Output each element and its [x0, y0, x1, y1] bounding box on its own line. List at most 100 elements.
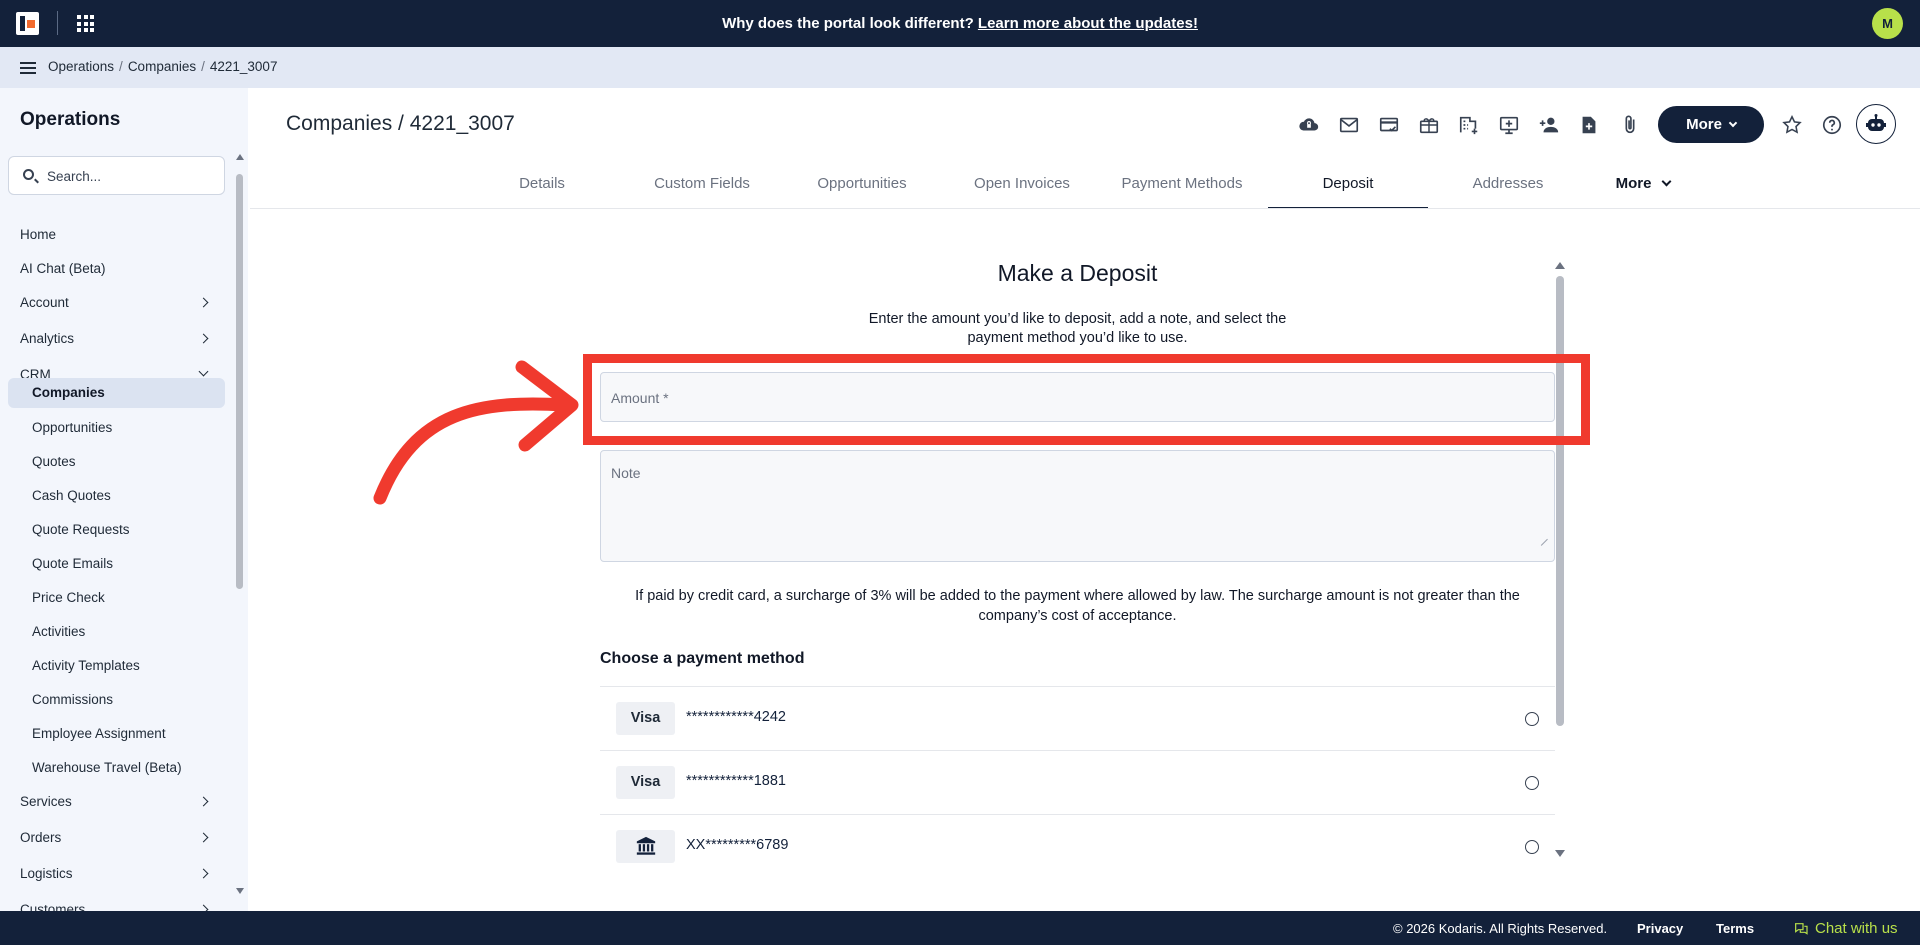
chevron-right-icon [198, 297, 209, 308]
deposit-description: Enter the amount you’d like to deposit, … [868, 311, 1287, 346]
card-brand-badge: Visa [616, 702, 675, 735]
payment-method-radio[interactable] [1525, 776, 1539, 790]
more-actions-label: More [1686, 116, 1722, 133]
card-check-icon[interactable] [1376, 113, 1402, 137]
add-document-icon[interactable] [1576, 113, 1602, 137]
payment-method-row[interactable]: Visa ************1881 [600, 750, 1555, 814]
sidebar-item-logistics[interactable]: Logistics [0, 859, 225, 889]
sidebar-item-quotes[interactable]: Quotes [0, 447, 225, 477]
breadcrumb-bar: Operations / Companies/4221_3007 [0, 47, 1920, 88]
sidebar-item-account[interactable]: Account [0, 288, 225, 318]
sidebar-item-warehouse-travel[interactable]: Warehouse Travel (Beta) [0, 753, 225, 783]
announcement-banner: Why does the portal look different? Lear… [0, 15, 1920, 32]
sidebar-item-label: Home [20, 227, 57, 242]
chevron-right-icon [198, 868, 209, 879]
sidebar-item-home[interactable]: Home [0, 220, 225, 250]
tab-details[interactable]: Details [462, 166, 622, 209]
add-person-icon[interactable] [1536, 113, 1562, 137]
sidebar-item-quote-emails[interactable]: Quote Emails [0, 549, 225, 579]
sidebar-item-opportunities[interactable]: Opportunities [0, 413, 225, 443]
sidebar-item-price-check[interactable]: Price Check [0, 583, 225, 613]
sidebar-item-quote-requests[interactable]: Quote Requests [0, 515, 225, 545]
sidebar-item-orders[interactable]: Orders [0, 823, 225, 853]
card-number: ************1881 [686, 773, 786, 789]
sidebar-item-label: Account [20, 295, 69, 310]
sidebar-item-label: Logistics [20, 866, 73, 881]
page-title: Companies / 4221_3007 [286, 112, 515, 135]
breadcrumb: Operations / Companies/4221_3007 [48, 59, 278, 74]
sidebar-item-label: Customers [20, 902, 86, 911]
sidebar-search[interactable] [8, 156, 225, 195]
footer-terms-link[interactable]: Terms [1716, 921, 1754, 936]
sidebar-item-cash-quotes[interactable]: Cash Quotes [0, 481, 225, 511]
bank-icon [616, 830, 675, 863]
chat-icon [1795, 922, 1808, 935]
tab-more[interactable]: More [1588, 166, 1698, 209]
sidebar-item-customers[interactable]: Customers [0, 895, 225, 911]
sidebar-item-employee-assignment[interactable]: Employee Assignment [0, 719, 225, 749]
tab-custom-fields[interactable]: Custom Fields [622, 166, 782, 209]
scrollbar-thumb[interactable] [236, 174, 243, 589]
tab-opportunities[interactable]: Opportunities [782, 166, 942, 209]
deposit-title: Make a Deposit [997, 260, 1158, 286]
tab-payment-methods[interactable]: Payment Methods [1102, 166, 1262, 209]
sidebar-item-label: Analytics [20, 331, 75, 346]
breadcrumb-item-current: 4221_3007 [209, 59, 278, 74]
announcement-text: Why does the portal look different? [722, 15, 978, 32]
breadcrumb-item-companies[interactable]: Companies [128, 59, 196, 74]
sidebar-item-label: Quote Emails [32, 556, 114, 571]
breadcrumb-item-operations[interactable]: Operations [48, 59, 114, 74]
chat-with-us-button[interactable]: Chat with us [1793, 920, 1898, 937]
tab-addresses[interactable]: Addresses [1428, 166, 1588, 209]
scroll-down-arrow-icon[interactable] [1555, 850, 1565, 857]
card-brand-badge: Visa [616, 766, 675, 799]
payment-method-row[interactable]: Visa ************4242 [600, 686, 1555, 750]
gift-card-icon[interactable] [1416, 113, 1442, 137]
sidebar-item-label: Employee Assignment [32, 726, 166, 741]
add-to-screen-icon[interactable] [1496, 113, 1522, 137]
sidebar-item-label: Quote Requests [32, 522, 130, 537]
footer-privacy-link[interactable]: Privacy [1637, 921, 1683, 936]
chevron-right-icon [198, 796, 209, 807]
star-icon[interactable] [1779, 113, 1805, 137]
tab-deposit[interactable]: Deposit [1268, 166, 1428, 209]
attachment-icon[interactable] [1617, 113, 1643, 137]
building-add-icon[interactable] [1456, 113, 1482, 137]
sidebar-item-services[interactable]: Services [0, 787, 225, 817]
payment-method-radio[interactable] [1525, 840, 1539, 854]
bot-icon[interactable] [1856, 104, 1896, 144]
tabs-divider [250, 208, 1920, 209]
scroll-up-arrow-icon[interactable] [236, 154, 244, 160]
user-avatar[interactable]: M [1872, 8, 1903, 39]
help-icon[interactable] [1819, 113, 1845, 137]
sidebar-search-input[interactable] [47, 166, 217, 186]
mail-icon[interactable] [1336, 113, 1362, 137]
chevron-right-icon [198, 333, 209, 344]
account-number: XX*********6789 [686, 837, 789, 853]
payment-method-row[interactable]: XX*********6789 [600, 814, 1555, 863]
tab-open-invoices[interactable]: Open Invoices [942, 166, 1102, 209]
chevron-down-icon [1661, 176, 1672, 187]
sidebar-item-ai-chat[interactable]: AI Chat (Beta) [0, 254, 225, 284]
note-field[interactable] [600, 450, 1555, 562]
scroll-up-arrow-icon[interactable] [1555, 262, 1565, 269]
search-icon [23, 169, 34, 180]
note-textarea[interactable] [611, 465, 1541, 550]
sidebar-item-label: Quotes [32, 454, 76, 469]
hamburger-menu-icon[interactable] [20, 62, 36, 74]
chat-label: Chat with us [1815, 920, 1898, 937]
payment-method-radio[interactable] [1525, 712, 1539, 726]
sidebar-item-analytics[interactable]: Analytics [0, 324, 225, 354]
sidebar-item-commissions[interactable]: Commissions [0, 685, 225, 715]
sidebar-item-activity-templates[interactable]: Activity Templates [0, 651, 225, 681]
sidebar-item-companies[interactable]: Companies [8, 378, 225, 408]
sidebar-scrollbar[interactable] [236, 154, 244, 894]
annotation-highlight-box [583, 354, 1590, 445]
scroll-down-arrow-icon[interactable] [236, 888, 244, 894]
deposit-panel-scrollbar[interactable] [1555, 262, 1565, 857]
scrollbar-thumb[interactable] [1556, 276, 1564, 726]
cloud-lock-icon[interactable] [1296, 113, 1322, 137]
announcement-link[interactable]: Learn more about the updates! [978, 15, 1198, 32]
sidebar-item-activities[interactable]: Activities [0, 617, 225, 647]
more-actions-button[interactable]: More [1658, 106, 1764, 143]
